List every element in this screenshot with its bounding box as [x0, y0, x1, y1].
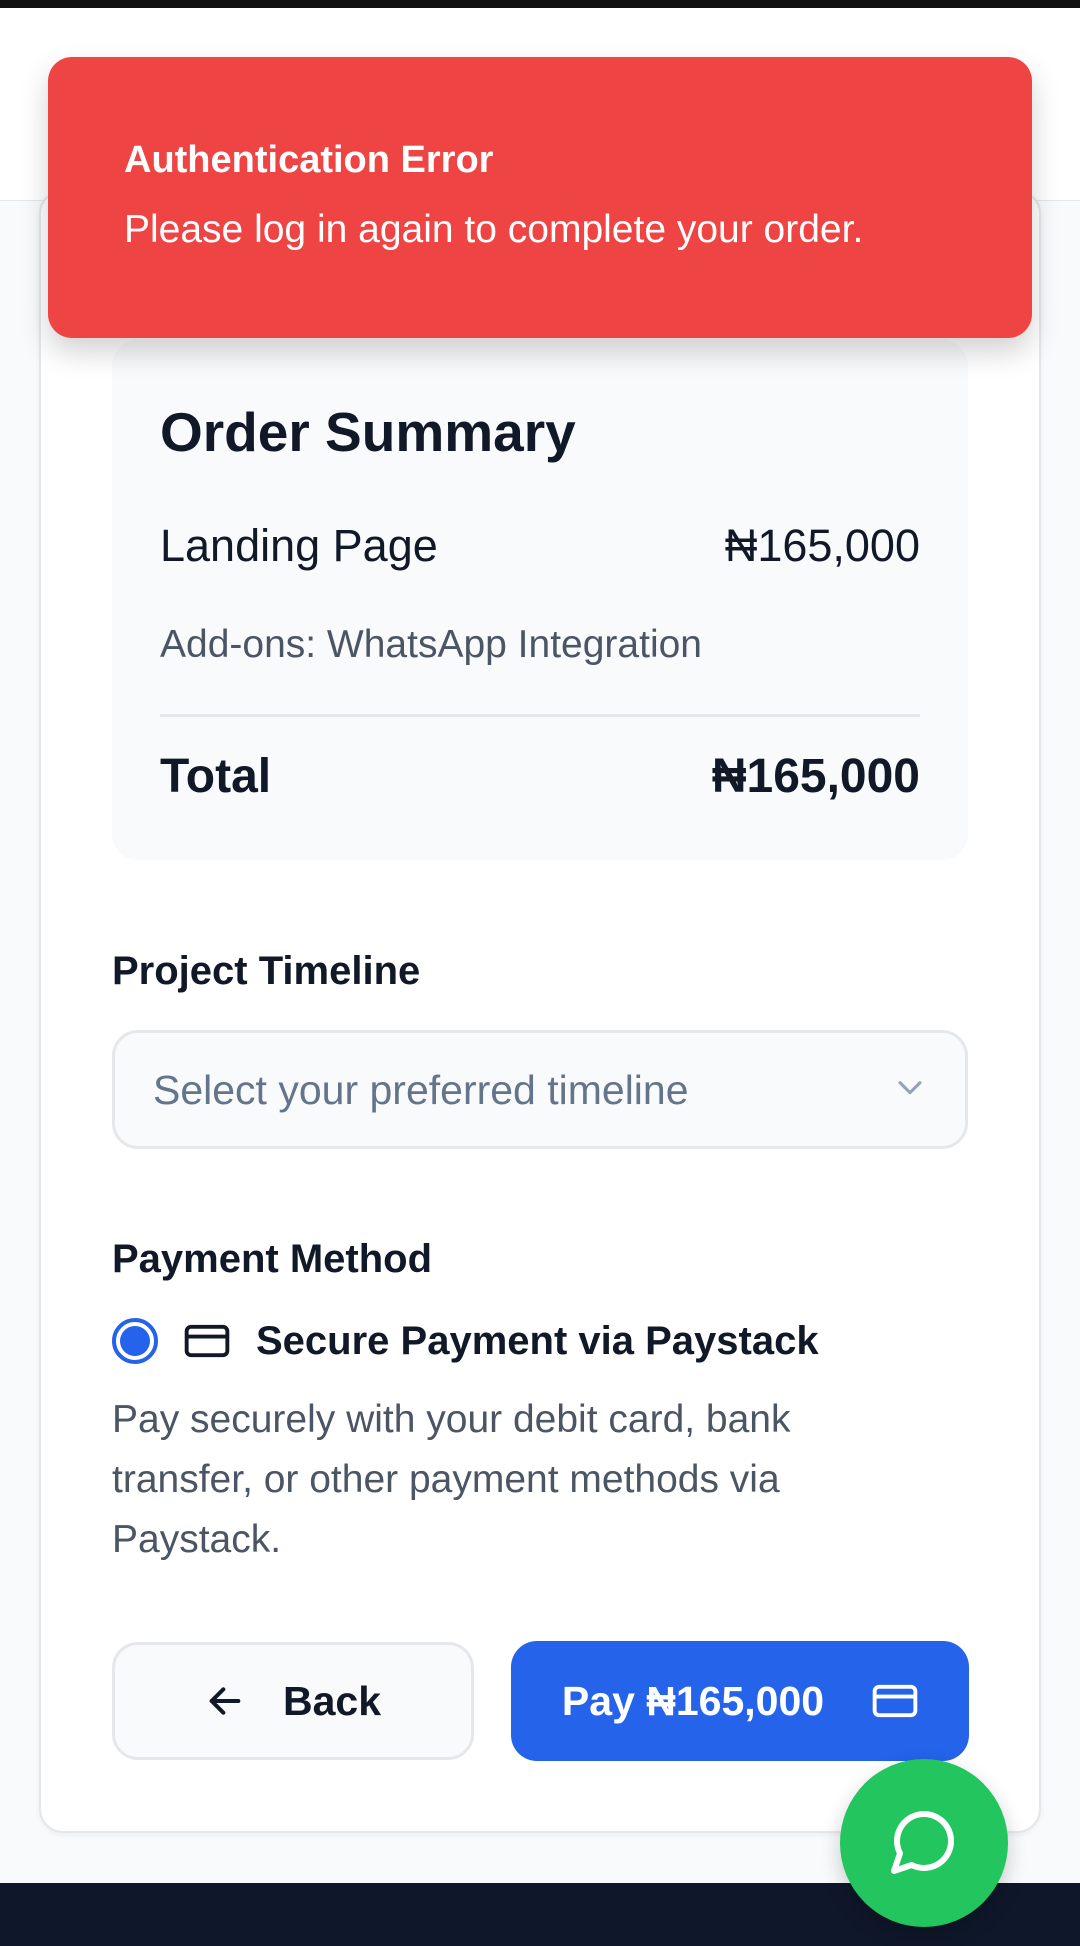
order-addons: Add-ons: WhatsApp Integration: [160, 623, 702, 666]
payment-option-paystack[interactable]: Secure Payment via Paystack: [112, 1316, 819, 1366]
toast-message: Please log in again to complete your ord…: [124, 208, 864, 251]
back-button[interactable]: Back: [112, 1642, 474, 1760]
payment-method-label: Payment Method: [112, 1237, 433, 1281]
radio-selected-dot: [120, 1326, 150, 1356]
payment-radio[interactable]: [112, 1318, 158, 1364]
order-total-label: Total: [160, 750, 272, 803]
order-item-name: Landing Page: [160, 520, 438, 571]
summary-divider: [160, 714, 920, 717]
order-summary: Order Summary Landing Page ₦165,000 Add-…: [112, 340, 968, 860]
order-line-item: Landing Page ₦165,000: [160, 518, 920, 574]
timeline-label: Project Timeline: [112, 949, 421, 993]
order-total-row: Total ₦165,000: [160, 740, 920, 814]
order-item-price: ₦165,000: [724, 520, 920, 571]
pay-button[interactable]: Pay ₦165,000: [511, 1641, 969, 1761]
timeline-select-placeholder: Select your preferred timeline: [153, 1066, 689, 1113]
pay-button-label: Pay ₦165,000: [561, 1677, 825, 1724]
chevron-down-icon: [893, 1070, 927, 1109]
toast-title: Authentication Error: [124, 139, 494, 181]
auth-error-toast: Authentication Error Please log in again…: [48, 57, 1032, 338]
payment-option-label: Secure Payment via Paystack: [256, 1319, 819, 1363]
credit-card-icon: [872, 1683, 918, 1719]
payment-description: Pay securely with your debit card, bank …: [112, 1398, 791, 1561]
timeline-select[interactable]: Select your preferred timeline: [112, 1030, 968, 1149]
arrow-left-icon: [205, 1681, 245, 1721]
credit-card-icon: [184, 1323, 230, 1359]
whatsapp-chat-icon: [888, 1805, 960, 1882]
order-summary-title: Order Summary: [160, 401, 576, 463]
order-total-value: ₦165,000: [711, 750, 920, 803]
whatsapp-chat-button[interactable]: [840, 1759, 1008, 1927]
top-system-bar: [0, 0, 1080, 8]
back-button-label: Back: [282, 1677, 381, 1724]
